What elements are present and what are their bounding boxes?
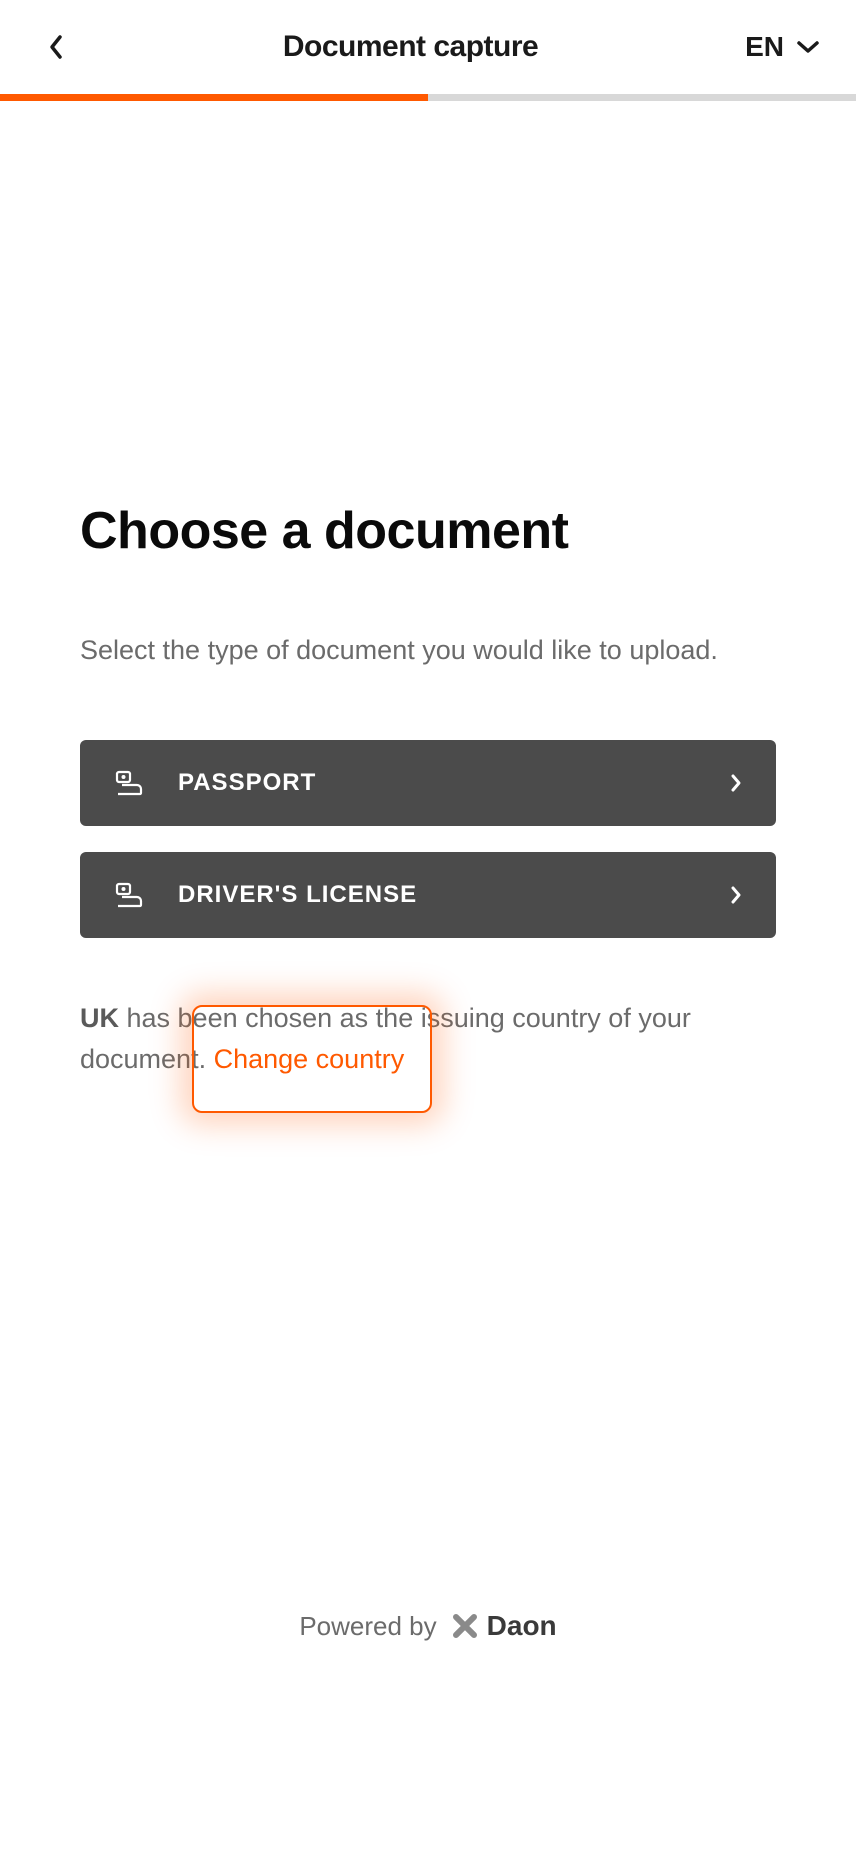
powered-by-label: Powered by: [299, 1611, 436, 1642]
daon-logo: Daon: [451, 1610, 557, 1642]
header: Document capture EN: [0, 0, 856, 94]
language-label: EN: [745, 31, 784, 63]
language-selector[interactable]: EN: [745, 31, 820, 63]
chevron-down-icon: [796, 40, 820, 54]
back-button[interactable]: [36, 27, 76, 67]
passport-button[interactable]: PASSPORT: [80, 740, 776, 826]
drivers-license-button[interactable]: DRIVER'S LICENSE: [80, 852, 776, 938]
chevron-right-icon: [730, 885, 742, 905]
country-code: UK: [80, 1003, 119, 1033]
footer: Powered by Daon: [0, 1610, 856, 1642]
header-title: Document capture: [283, 30, 538, 64]
page-title: Choose a document: [80, 501, 776, 561]
daon-brand-text: Daon: [487, 1610, 557, 1642]
progress-bar: [0, 94, 856, 101]
chevron-left-icon: [48, 34, 64, 60]
progress-fill: [0, 94, 428, 101]
change-country-link[interactable]: Change country: [214, 1039, 405, 1080]
drivers-license-label: DRIVER'S LICENSE: [178, 881, 730, 909]
id-card-icon: [114, 880, 144, 910]
x-icon: [451, 1612, 479, 1640]
main-content: Choose a document Select the type of doc…: [0, 101, 856, 1079]
passport-label: PASSPORT: [178, 769, 730, 797]
page-subtitle: Select the type of document you would li…: [80, 631, 776, 670]
id-card-icon: [114, 768, 144, 798]
chevron-right-icon: [730, 773, 742, 793]
country-info: UK has been chosen as the issuing countr…: [80, 998, 776, 1079]
